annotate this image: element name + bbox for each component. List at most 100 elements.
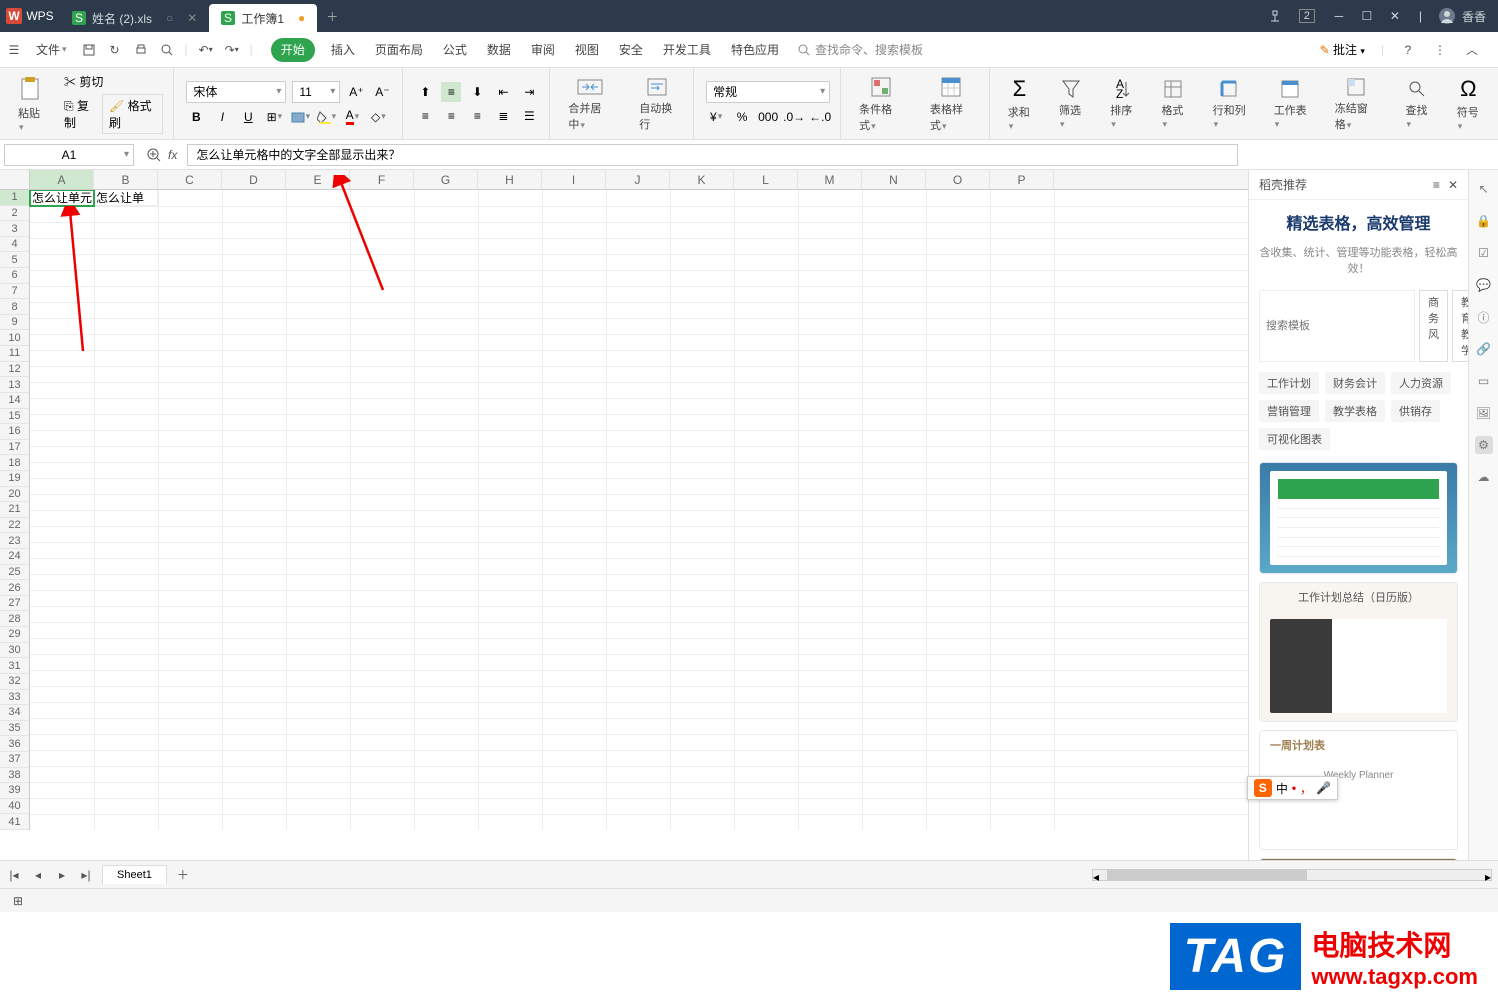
print-icon[interactable]	[133, 42, 149, 58]
indent-inc-icon[interactable]: ⇥	[519, 82, 539, 102]
col-header[interactable]: F	[350, 170, 414, 189]
grow-font-icon[interactable]: A⁺	[346, 82, 366, 102]
col-header[interactable]: D	[222, 170, 286, 189]
row-header[interactable]: 20	[0, 487, 29, 503]
row-header[interactable]: 17	[0, 440, 29, 456]
sheet-tab[interactable]: Sheet1	[102, 865, 167, 884]
row-header[interactable]: 11	[0, 346, 29, 362]
rail-chat-icon[interactable]: 💬	[1475, 276, 1493, 294]
add-sheet-icon[interactable]: ＋	[175, 867, 191, 883]
rail-gear-icon[interactable]: ⚙	[1475, 436, 1493, 454]
cell-style-icon[interactable]	[290, 107, 310, 127]
row-header[interactable]: 23	[0, 533, 29, 549]
cursor-icon[interactable]: ↖	[1475, 180, 1493, 198]
tag-item[interactable]: 营销管理	[1259, 400, 1319, 422]
row-header[interactable]: 1	[0, 190, 29, 206]
row-header[interactable]: 16	[0, 424, 29, 440]
refresh-icon[interactable]: ↻	[107, 42, 123, 58]
template-card-1[interactable]	[1259, 462, 1458, 574]
row-header[interactable]: 9	[0, 315, 29, 331]
row-header[interactable]: 22	[0, 518, 29, 534]
row-header[interactable]: 21	[0, 502, 29, 518]
undo-icon[interactable]: ↶▾	[198, 42, 214, 58]
numfmt-select[interactable]: 常规	[706, 81, 830, 103]
save-icon[interactable]	[81, 42, 97, 58]
paste-button[interactable]: 粘贴	[12, 73, 48, 135]
col-header[interactable]: C	[158, 170, 222, 189]
format-button[interactable]: 格式	[1155, 76, 1190, 132]
row-header[interactable]: 7	[0, 284, 29, 300]
indent-dec-icon[interactable]: ⇤	[493, 82, 513, 102]
ime-mic-icon[interactable]: 🎤	[1316, 781, 1331, 795]
row-header[interactable]: 6	[0, 268, 29, 284]
preview-icon[interactable]	[159, 42, 175, 58]
tag-item[interactable]: 人力资源	[1391, 372, 1451, 394]
row-header[interactable]: 32	[0, 674, 29, 690]
col-header[interactable]: I	[542, 170, 606, 189]
hamburger-icon[interactable]: ☰	[6, 42, 22, 58]
row-header[interactable]: 29	[0, 627, 29, 643]
col-header[interactable]: B	[94, 170, 158, 189]
row-header[interactable]: 39	[0, 783, 29, 799]
row-header[interactable]: 36	[0, 736, 29, 752]
row-header[interactable]: 18	[0, 455, 29, 471]
next-sheet-icon[interactable]: ▸	[54, 867, 70, 883]
side-settings-icon[interactable]: ≡	[1433, 178, 1440, 192]
font-color-icon[interactable]: A	[342, 107, 362, 127]
col-header[interactable]: J	[606, 170, 670, 189]
filter-button[interactable]: 筛选	[1053, 76, 1088, 132]
wrap-button[interactable]: 自动换行	[633, 74, 683, 134]
close-icon[interactable]: ✕	[1387, 8, 1403, 24]
col-header[interactable]: M	[798, 170, 862, 189]
annotate-button[interactable]: ✎ 批注 ▾	[1320, 41, 1365, 58]
find-button[interactable]: 查找	[1400, 76, 1435, 132]
row-header[interactable]: 12	[0, 362, 29, 378]
row-header[interactable]: 2	[0, 206, 29, 222]
tab-dot-icon[interactable]: ○	[166, 11, 173, 25]
align-mid-icon[interactable]: ≡	[441, 82, 461, 102]
row-header[interactable]: 8	[0, 299, 29, 315]
doc-tab-1[interactable]: S 姓名 (2).xls ○ ✕	[60, 4, 209, 32]
merge-button[interactable]: 合并居中	[562, 74, 617, 134]
distribute-icon[interactable]: ☰	[519, 106, 539, 126]
painter-button[interactable]: 🖌 格式刷	[102, 94, 163, 134]
maximize-icon[interactable]: ☐	[1359, 8, 1375, 24]
currency-icon[interactable]: ¥	[706, 107, 726, 127]
thousand-icon[interactable]: 000	[758, 107, 778, 127]
cut-button[interactable]: ✂ 剪切	[64, 73, 163, 90]
align-top-icon[interactable]: ⬆	[415, 82, 435, 102]
formula-bar[interactable]: 怎么让单元格中的文字全部显示出来？	[187, 144, 1238, 166]
row-header[interactable]: 4	[0, 237, 29, 253]
rail-info-icon[interactable]: ⓘ	[1475, 308, 1493, 326]
cell-b1[interactable]: 怎么让单	[94, 190, 158, 206]
row-header[interactable]: 10	[0, 330, 29, 346]
symbol-button[interactable]: Ω符号	[1451, 74, 1486, 134]
shrink-font-icon[interactable]: A⁻	[372, 82, 392, 102]
rail-book-icon[interactable]: ▭	[1475, 372, 1493, 390]
col-header[interactable]: H	[478, 170, 542, 189]
ime-indicator[interactable]: S 中 • ， 🎤	[1247, 776, 1338, 800]
name-box[interactable]: A1	[4, 144, 134, 166]
percent-icon[interactable]: %	[732, 107, 752, 127]
close-icon[interactable]: ✕	[187, 11, 197, 25]
share-icon[interactable]	[1267, 8, 1283, 24]
row-header[interactable]: 37	[0, 752, 29, 768]
tag-item[interactable]: 财务会计	[1325, 372, 1385, 394]
rail-image-icon[interactable]: 🖼	[1475, 404, 1493, 422]
add-tab-button[interactable]: ＋	[317, 8, 347, 25]
justify-icon[interactable]: ≣	[493, 106, 513, 126]
last-sheet-icon[interactable]: ▸|	[78, 867, 94, 883]
row-header[interactable]: 40	[0, 799, 29, 815]
row-header[interactable]: 19	[0, 471, 29, 487]
menu-file[interactable]: 文件 ▾	[28, 32, 75, 68]
menu-layout[interactable]: 页面布局	[365, 32, 433, 68]
status-icon[interactable]: ⊞	[10, 893, 26, 909]
doc-tab-2[interactable]: S 工作簿1 ●	[209, 4, 317, 32]
tag-item[interactable]: 教学表格	[1325, 400, 1385, 422]
col-header[interactable]: A	[30, 170, 94, 189]
row-header[interactable]: 38	[0, 768, 29, 784]
zoom-icon[interactable]	[146, 147, 162, 163]
prev-sheet-icon[interactable]: ◂	[30, 867, 46, 883]
col-header[interactable]: O	[926, 170, 990, 189]
avatar-icon[interactable]	[1438, 7, 1456, 25]
